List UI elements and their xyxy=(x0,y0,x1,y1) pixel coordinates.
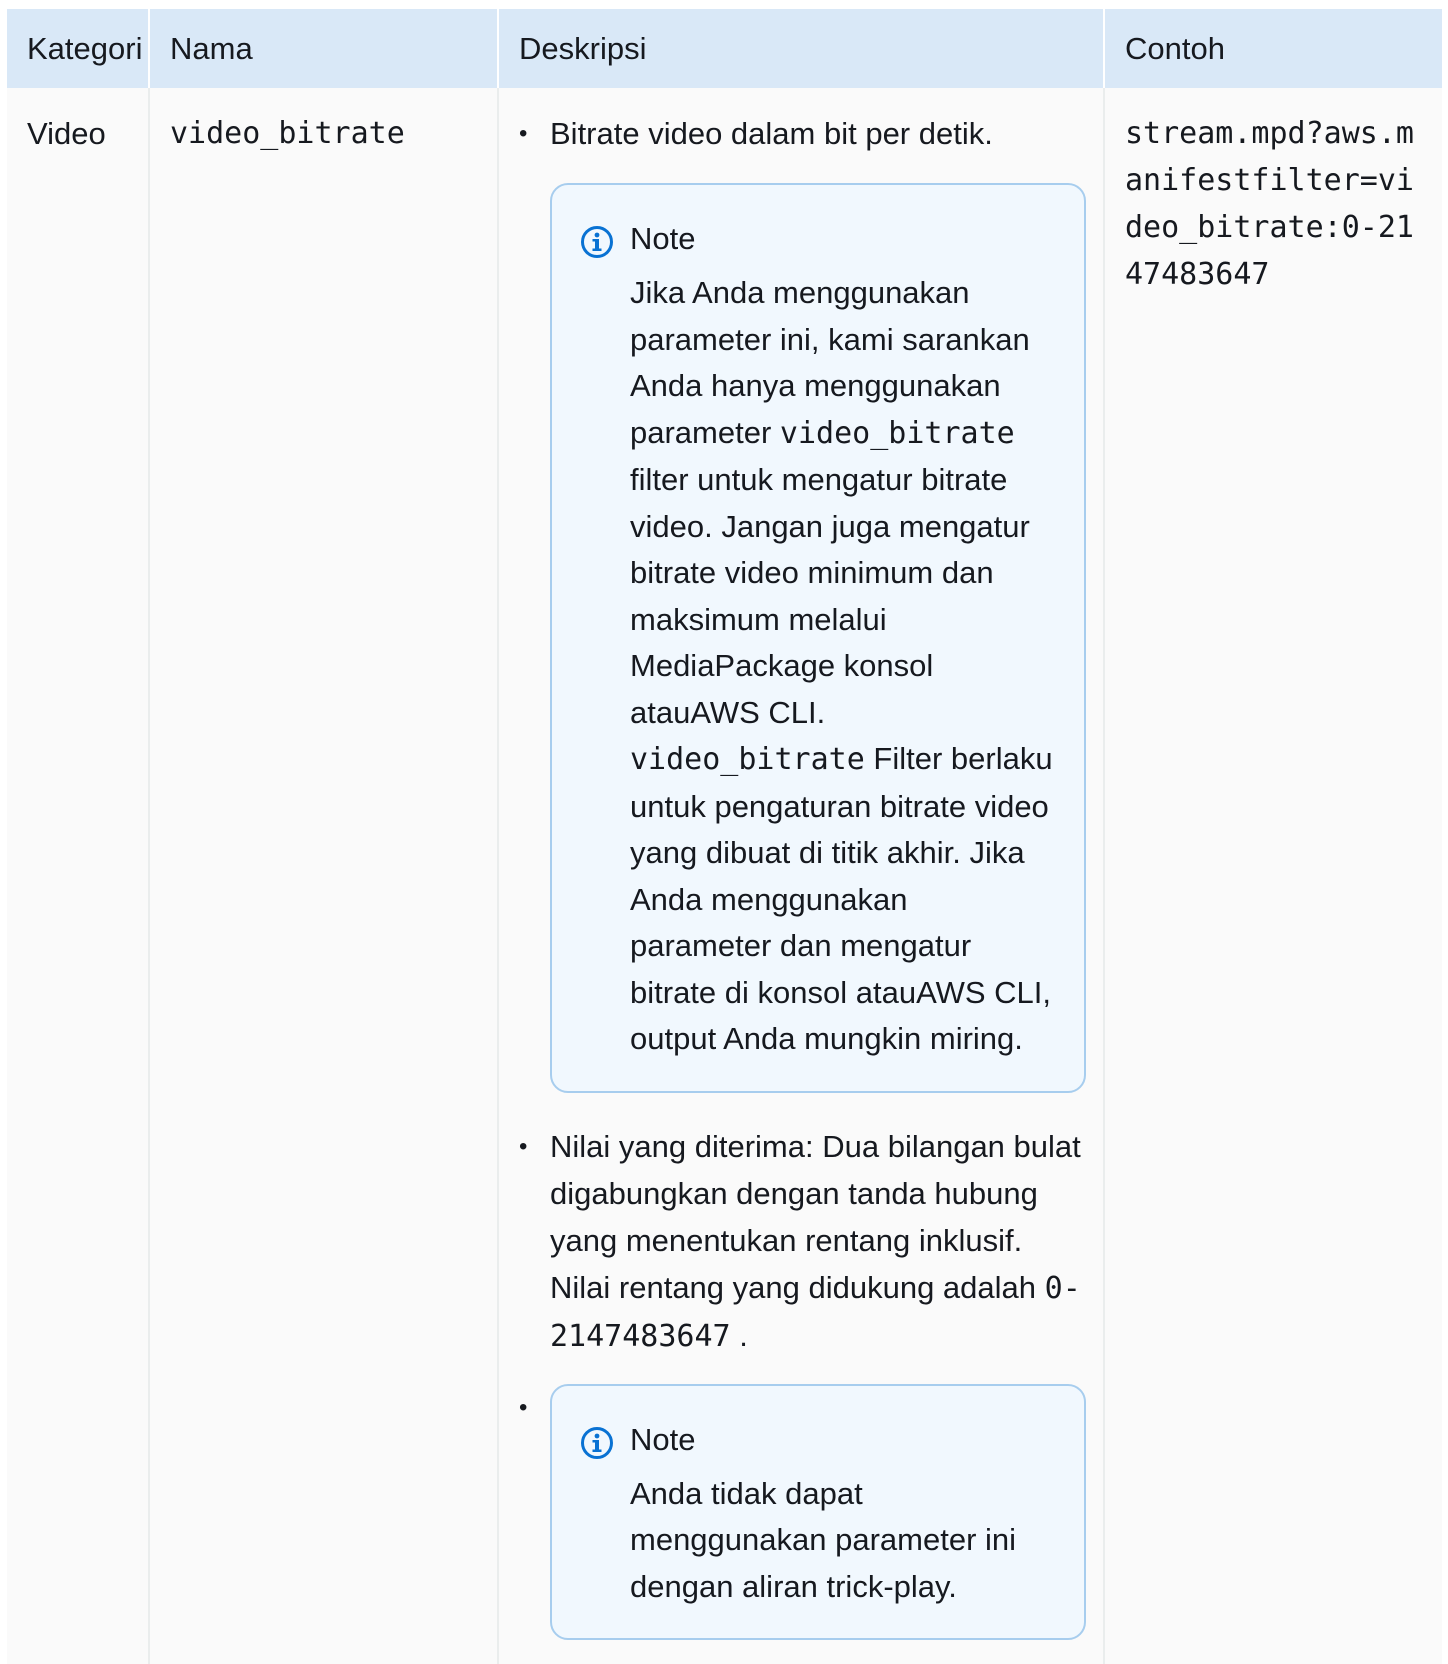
bullet: • xyxy=(519,120,528,147)
bullet: • xyxy=(519,1393,528,1421)
note-box: Note Anda tidak dapat menggunakan parame… xyxy=(550,1383,1086,1640)
header-deskripsi: Deskripsi xyxy=(498,9,1105,88)
description-text: Bitrate video dalam bit per detik. xyxy=(550,116,993,151)
note-title: Note xyxy=(630,221,696,256)
header-row: Kategori Nama Deskripsi Contoh xyxy=(7,9,1442,88)
header-contoh: Contoh xyxy=(1104,9,1442,88)
parameter-table: Kategori Nama Deskripsi Contoh Video vid… xyxy=(7,9,1442,1664)
cell-kategori: Video xyxy=(7,88,150,1664)
description-text: Nilai yang diterima: Dua bilangan bulat … xyxy=(550,1128,1081,1305)
header-nama: Nama xyxy=(149,9,499,88)
note-text: filter untuk mengatur bitrate video. Jan… xyxy=(630,462,1030,730)
list-item: • Bitrate video dalam bit per detik. Not… xyxy=(519,110,1086,1093)
info-icon xyxy=(581,226,613,258)
description-text: . xyxy=(730,1317,748,1353)
list-item: • Note Anda tidak dapat menggunakan para… xyxy=(519,1383,1086,1640)
table-row: Video video_bitrate • Bitrate video dala… xyxy=(7,88,1442,1664)
cell-nama: video_bitrate xyxy=(149,88,499,1664)
description-list: • Bitrate video dalam bit per detik. Not… xyxy=(519,110,1086,1640)
info-icon xyxy=(581,1426,613,1459)
inline-code: video_bitrate xyxy=(779,415,1015,451)
bullet: • xyxy=(519,1132,528,1160)
note-title: Note xyxy=(630,1421,696,1457)
note-body: Jika Anda menggunakan parameter ini, kam… xyxy=(630,270,1056,1063)
header-kategori: Kategori xyxy=(7,9,150,88)
note-body: Anda tidak dapat menggunakan parameter i… xyxy=(630,1475,1017,1604)
table-header: Kategori Nama Deskripsi Contoh xyxy=(7,9,1442,88)
list-item: • Nilai yang diterima: Dua bilangan bula… xyxy=(519,1123,1083,1360)
cell-deskripsi: • Bitrate video dalam bit per detik. Not… xyxy=(498,88,1105,1664)
inline-code: video_bitrate xyxy=(630,742,865,777)
note-text: Filter berlaku untuk pengaturan bitrate … xyxy=(630,741,1053,1056)
cell-contoh: stream.mpd?aws.manifestfilter=video_bitr… xyxy=(1104,88,1442,1664)
note-box: Note Jika Anda menggunakan parameter ini… xyxy=(550,183,1086,1093)
